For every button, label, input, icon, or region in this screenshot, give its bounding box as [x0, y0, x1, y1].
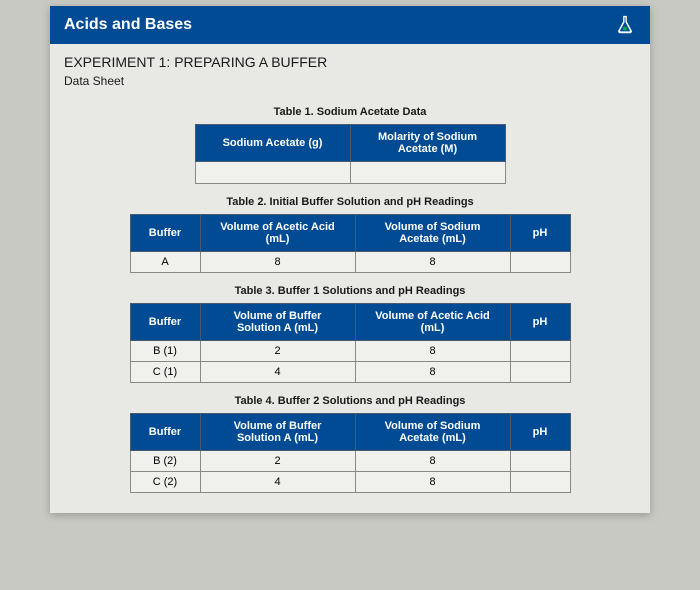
- table1-caption: Table 1. Sodium Acetate Data: [64, 106, 636, 118]
- table2-header-buffer: Buffer: [130, 215, 200, 252]
- table-row: [195, 162, 505, 184]
- table2-header-c2: Volume of Acetic Acid (mL): [200, 215, 355, 252]
- cell-c2: 2: [200, 341, 355, 362]
- table2-header-ph: pH: [510, 215, 570, 252]
- table3-caption: Table 3. Buffer 1 Solutions and pH Readi…: [64, 285, 636, 297]
- cell-c3: 8: [355, 362, 510, 383]
- cell-c3: 8: [355, 341, 510, 362]
- table1-header-1: Sodium Acetate (g): [195, 125, 350, 162]
- table3: Buffer Volume of Buffer Solution A (mL) …: [130, 303, 571, 383]
- table1-cell: [350, 162, 505, 184]
- table-row: A 8 8: [130, 252, 570, 273]
- flask-icon: [614, 14, 636, 36]
- cell-c3: 8: [355, 252, 510, 273]
- table4-header-ph: pH: [510, 414, 570, 451]
- cell-buffer: B (2): [130, 451, 200, 472]
- cell-ph: [510, 362, 570, 383]
- table4-header-buffer: Buffer: [130, 414, 200, 451]
- cell-buffer: C (2): [130, 472, 200, 493]
- cell-c2: 8: [200, 252, 355, 273]
- table3-header-c2: Volume of Buffer Solution A (mL): [200, 304, 355, 341]
- table2-caption: Table 2. Initial Buffer Solution and pH …: [64, 196, 636, 208]
- table4-header-c3: Volume of Sodium Acetate (mL): [355, 414, 510, 451]
- cell-c3: 8: [355, 472, 510, 493]
- table4-header-c2: Volume of Buffer Solution A (mL): [200, 414, 355, 451]
- document-page: Acids and Bases EXPERIMENT 1: PREPARING …: [50, 6, 650, 513]
- table3-header-buffer: Buffer: [130, 304, 200, 341]
- experiment-heading: EXPERIMENT 1: PREPARING A BUFFER: [50, 44, 650, 74]
- page-title: Acids and Bases: [64, 16, 192, 34]
- cell-ph: [510, 341, 570, 362]
- table-row: C (2) 4 8: [130, 472, 570, 493]
- table1: Sodium Acetate (g) Molarity of Sodium Ac…: [195, 124, 506, 184]
- title-bar: Acids and Bases: [50, 6, 650, 44]
- cell-c2: 2: [200, 451, 355, 472]
- cell-c3: 8: [355, 451, 510, 472]
- table4-caption: Table 4. Buffer 2 Solutions and pH Readi…: [64, 395, 636, 407]
- cell-c2: 4: [200, 472, 355, 493]
- table-row: B (2) 2 8: [130, 451, 570, 472]
- content-area: Table 1. Sodium Acetate Data Sodium Acet…: [50, 106, 650, 493]
- cell-ph: [510, 252, 570, 273]
- cell-c2: 4: [200, 362, 355, 383]
- datasheet-label: Data Sheet: [50, 74, 650, 94]
- cell-buffer: A: [130, 252, 200, 273]
- table1-header-2: Molarity of Sodium Acetate (M): [350, 125, 505, 162]
- table4: Buffer Volume of Buffer Solution A (mL) …: [130, 413, 571, 493]
- cell-ph: [510, 451, 570, 472]
- table-row: B (1) 2 8: [130, 341, 570, 362]
- cell-buffer: B (1): [130, 341, 200, 362]
- cell-buffer: C (1): [130, 362, 200, 383]
- table3-header-c3: Volume of Acetic Acid (mL): [355, 304, 510, 341]
- table3-header-ph: pH: [510, 304, 570, 341]
- cell-ph: [510, 472, 570, 493]
- table2-header-c3: Volume of Sodium Acetate (mL): [355, 215, 510, 252]
- table1-cell: [195, 162, 350, 184]
- table2: Buffer Volume of Acetic Acid (mL) Volume…: [130, 214, 571, 273]
- table-row: C (1) 4 8: [130, 362, 570, 383]
